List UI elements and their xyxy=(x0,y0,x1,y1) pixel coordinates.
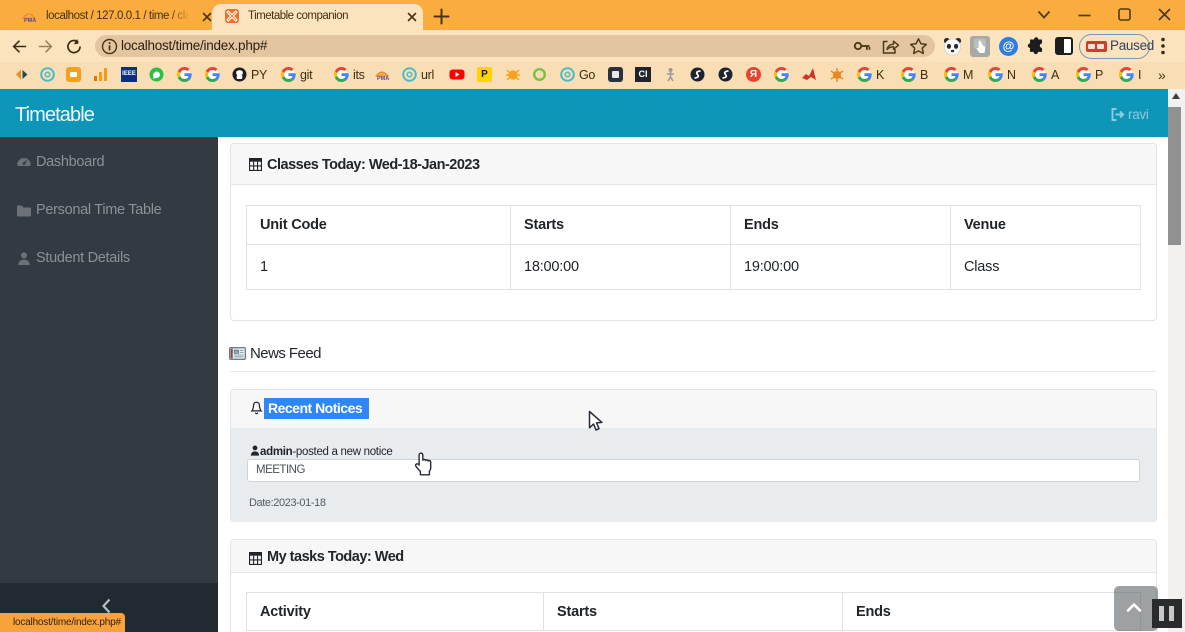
svg-text:PMA: PMA xyxy=(24,18,36,23)
svg-text:PMA: PMA xyxy=(377,76,389,81)
